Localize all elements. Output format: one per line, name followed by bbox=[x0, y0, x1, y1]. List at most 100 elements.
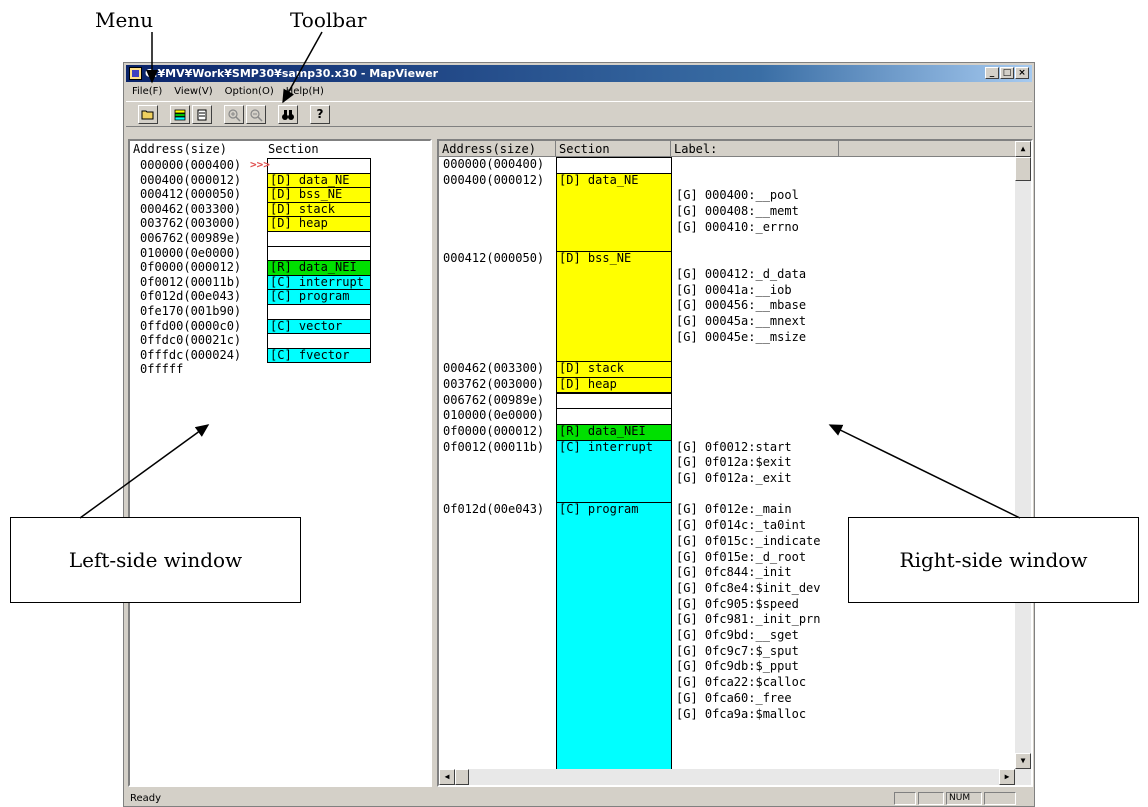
left-row-section[interactable] bbox=[267, 333, 371, 349]
menu-option[interactable]: Option(O) bbox=[219, 86, 280, 97]
left-row-address[interactable]: 000400(000012) bbox=[140, 173, 241, 187]
right-row-address[interactable]: 000462(003300) bbox=[443, 361, 544, 375]
right-row-label[interactable]: [G] 0fc9bd:__sget bbox=[676, 628, 799, 643]
right-row-section[interactable] bbox=[556, 408, 672, 425]
right-row-section[interactable]: [D] heap bbox=[556, 376, 672, 394]
title-bar[interactable]: C:¥MV¥Work¥SMP30¥samp30.x30 - MapViewer … bbox=[126, 65, 1032, 82]
right-row-label[interactable]: [G] 000410:_errno bbox=[676, 220, 799, 235]
right-row-label[interactable]: [G] 0fc905:$speed bbox=[676, 597, 799, 612]
left-row-section[interactable]: [C] program bbox=[267, 289, 371, 305]
left-row-section[interactable]: [D] bss_NE bbox=[267, 187, 371, 203]
zoom-in-icon[interactable] bbox=[224, 105, 244, 124]
left-row-section[interactable]: [D] data_NE bbox=[267, 172, 371, 189]
right-row-label[interactable]: [G] 0fc9db:$_pput bbox=[676, 659, 799, 674]
left-row-section[interactable]: [C] fvector bbox=[267, 347, 371, 364]
right-row-address[interactable]: 000000(000400) bbox=[443, 157, 544, 171]
right-row-label[interactable]: [G] 0f014c:_ta0int bbox=[676, 518, 806, 533]
left-row-section[interactable]: [C] interrupt bbox=[267, 274, 371, 291]
right-row-label[interactable]: [G] 0f0012:start bbox=[676, 440, 792, 455]
left-row-address[interactable]: 0fffdc(000024) bbox=[140, 348, 241, 362]
right-row-label[interactable]: [G] 0f012e:_main bbox=[676, 502, 792, 517]
left-row-address[interactable]: 0fe170(001b90) bbox=[140, 304, 241, 318]
right-row-section[interactable]: [D] data_NE bbox=[556, 172, 672, 253]
right-row-label[interactable]: [G] 0f015e:_d_root bbox=[676, 550, 806, 565]
menu-help[interactable]: Help(H) bbox=[280, 86, 330, 97]
right-row-address[interactable]: 0f012d(00e043) bbox=[443, 502, 544, 516]
right-row-section[interactable]: [C] program bbox=[556, 502, 672, 771]
left-row-address[interactable]: 006762(00989e) bbox=[140, 231, 241, 245]
right-section-header[interactable]: Section bbox=[556, 141, 671, 157]
left-row-section[interactable] bbox=[267, 231, 371, 247]
memory-map-view-icon[interactable] bbox=[170, 105, 190, 124]
right-row-section[interactable]: [D] stack bbox=[556, 361, 672, 378]
right-row-label[interactable]: [G] 0fc981:_init_prn bbox=[676, 612, 821, 627]
right-row-section[interactable] bbox=[556, 392, 672, 410]
right-row-label[interactable]: [G] 0f012a:_exit bbox=[676, 471, 792, 486]
right-row-address[interactable]: 006762(00989e) bbox=[443, 393, 544, 407]
app-icon[interactable] bbox=[129, 67, 142, 80]
right-row-address[interactable]: 0f0000(000012) bbox=[443, 424, 544, 438]
right-row-label[interactable]: [G] 00041a:__iob bbox=[676, 283, 792, 298]
left-row-address[interactable]: 003762(003000) bbox=[140, 216, 241, 230]
right-row-section[interactable]: [D] bss_NE bbox=[556, 251, 672, 363]
left-row-address[interactable]: 010000(0e0000) bbox=[140, 246, 241, 260]
scroll-left-arrow-icon[interactable]: ◀ bbox=[439, 769, 455, 785]
right-row-address[interactable]: 010000(0e0000) bbox=[443, 408, 544, 422]
right-row-label[interactable]: [G] 0fc9c7:$_sput bbox=[676, 644, 799, 659]
left-row-address[interactable]: 0ffdc0(00021c) bbox=[140, 333, 241, 347]
scroll-right-arrow-icon[interactable]: ▶ bbox=[999, 769, 1015, 785]
right-row-section[interactable] bbox=[556, 157, 672, 174]
right-row-label[interactable]: [G] 0fca22:$calloc bbox=[676, 675, 806, 690]
left-row-section[interactable] bbox=[267, 158, 371, 174]
right-row-section[interactable]: [C] interrupt bbox=[556, 439, 672, 504]
right-row-label[interactable]: [G] 0fca60:_free bbox=[676, 691, 792, 706]
hscroll-thumb[interactable] bbox=[455, 769, 469, 785]
left-row-section[interactable]: [R] data_NEI bbox=[267, 260, 371, 276]
left-row-section[interactable]: [D] stack bbox=[267, 201, 371, 218]
right-label-header[interactable]: Label: bbox=[671, 141, 839, 157]
right-row-address[interactable]: 000412(000050) bbox=[443, 251, 544, 265]
find-binoculars-icon[interactable] bbox=[278, 105, 298, 124]
open-folder-icon[interactable] bbox=[138, 105, 158, 124]
left-row-address[interactable]: 000462(003300) bbox=[140, 202, 241, 216]
left-row-section[interactable] bbox=[267, 304, 371, 320]
close-button[interactable]: × bbox=[1015, 67, 1029, 79]
right-row-label[interactable]: [G] 0fc8e4:$init_dev bbox=[676, 581, 821, 596]
right-row-address[interactable]: 000400(000012) bbox=[443, 173, 544, 187]
help-icon[interactable]: ? bbox=[310, 105, 330, 124]
left-row-address[interactable]: 0ffd00(0000c0) bbox=[140, 319, 241, 333]
scroll-thumb[interactable] bbox=[1015, 157, 1031, 181]
menu-view[interactable]: View(V) bbox=[168, 86, 218, 97]
scroll-up-arrow-icon[interactable]: ▲ bbox=[1015, 141, 1031, 157]
minimize-button[interactable]: _ bbox=[985, 67, 999, 79]
right-row-label[interactable]: [G] 0f012a:$exit bbox=[676, 455, 792, 470]
left-row-section[interactable]: [D] heap bbox=[267, 216, 371, 232]
right-row-label[interactable]: [G] 000412:_d_data bbox=[676, 267, 806, 282]
horizontal-scrollbar[interactable]: ◀ ▶ bbox=[439, 769, 1015, 785]
right-row-label[interactable]: [G] 0f015c:_indicate bbox=[676, 534, 821, 549]
right-row-address[interactable]: 003762(003000) bbox=[443, 377, 544, 391]
zoom-out-icon[interactable] bbox=[246, 105, 266, 124]
right-row-label[interactable]: [G] 000456:__mbase bbox=[676, 298, 806, 313]
scroll-down-arrow-icon[interactable]: ▼ bbox=[1015, 753, 1031, 769]
right-row-label[interactable]: [G] 00045a:__mnext bbox=[676, 314, 806, 329]
right-address-header[interactable]: Address(size) bbox=[439, 141, 556, 157]
list-view-icon[interactable] bbox=[192, 105, 212, 124]
right-side-pane[interactable]: Address(size) Section Label: 000000(0004… bbox=[437, 139, 1033, 787]
maximize-button[interactable]: □ bbox=[1000, 67, 1014, 79]
left-side-pane[interactable]: Address(size) Section 000000(000400) 0004… bbox=[128, 139, 432, 787]
left-row-address[interactable]: 0f0012(00011b) bbox=[140, 275, 241, 289]
left-row-section[interactable]: [C] vector bbox=[267, 318, 371, 335]
right-row-address[interactable]: 0f0012(00011b) bbox=[443, 440, 544, 454]
left-row-address[interactable]: 000000(000400) bbox=[140, 158, 241, 172]
right-row-label[interactable]: [G] 000400:__pool bbox=[676, 188, 799, 203]
menu-file[interactable]: File(F) bbox=[126, 86, 168, 97]
left-row-address[interactable]: 0f0000(000012) bbox=[140, 260, 241, 274]
right-row-label[interactable]: [G] 00045e:__msize bbox=[676, 330, 806, 345]
left-row-address[interactable]: 000412(000050) bbox=[140, 187, 241, 201]
right-row-label[interactable]: [G] 0fc844:_init bbox=[676, 565, 792, 580]
right-row-section[interactable]: [R] data_NEI bbox=[556, 423, 672, 441]
vertical-scrollbar[interactable]: ▲ ▼ bbox=[1015, 141, 1031, 785]
right-row-label[interactable]: [G] 0fca9a:$malloc bbox=[676, 707, 806, 722]
right-row-label[interactable]: [G] 000408:__memt bbox=[676, 204, 799, 219]
